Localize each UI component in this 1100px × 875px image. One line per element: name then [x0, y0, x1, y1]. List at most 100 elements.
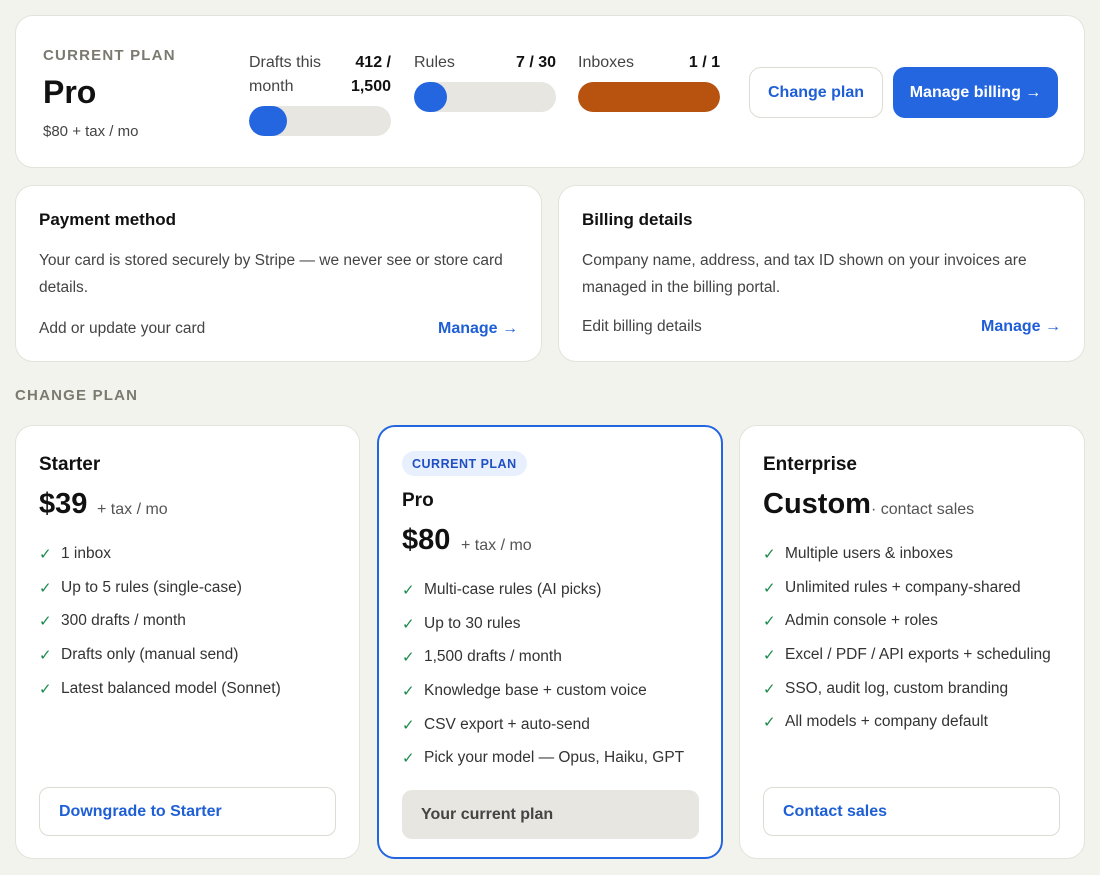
- check-icon: ✓: [402, 649, 415, 667]
- feature-item: ✓ SSO, audit log, custom branding: [763, 680, 1051, 714]
- billing-manage-link[interactable]: Manage →: [981, 318, 1061, 336]
- tier-name: Enterprise: [763, 454, 857, 475]
- check-icon: ✓: [763, 546, 776, 563]
- feature-text: 1,500 drafts / month: [424, 648, 562, 666]
- contact-sales-button[interactable]: Contact sales: [763, 787, 1060, 836]
- current-plan-price: $80 + tax / mo: [43, 123, 139, 140]
- feature-list: ✓ 1 inbox ✓ Up to 5 rules (single-case) ✓ 300…: [39, 545, 281, 713]
- feature-text: Excel / PDF / API exports + scheduling: [785, 646, 1051, 664]
- check-icon: ✓: [763, 680, 776, 698]
- usage-rules: Rules 7 / 30: [414, 51, 556, 112]
- check-icon: ✓: [763, 613, 776, 631]
- check-icon: ✓: [39, 579, 52, 597]
- usage-inboxes-fill: [578, 82, 720, 112]
- plan-tier-enterprise: Enterprise Custom · contact sales ✓ Multi…: [739, 425, 1085, 859]
- feature-item: ✓ 1,500 drafts / month: [402, 648, 684, 682]
- downgrade-to-starter-button[interactable]: Downgrade to Starter: [39, 787, 336, 836]
- check-icon: ✓: [402, 582, 415, 599]
- feature-text: 1 inbox: [61, 545, 111, 562]
- usage-inboxes-label: Inboxes: [578, 54, 635, 71]
- feature-text: Multi-case rules (AI picks): [424, 581, 602, 598]
- feature-text: Up to 5 rules (single-case): [61, 578, 242, 596]
- tier-price-suffix: + tax / mo: [461, 537, 532, 554]
- feature-item: ✓ Multiple users & inboxes: [763, 545, 1051, 579]
- usage-inboxes-value: 1 / 1: [688, 54, 720, 71]
- feature-item: ✓ Up to 30 rules: [402, 615, 684, 649]
- tier-name: Starter: [39, 454, 101, 475]
- feature-text: Latest balanced model (Sonnet): [61, 679, 281, 697]
- check-icon: ✓: [402, 716, 415, 734]
- usage-drafts-value: 412 / 1,500: [350, 54, 391, 95]
- tier-price: $39: [39, 488, 88, 520]
- feature-text: 300 drafts / month: [61, 612, 186, 630]
- usage-rules-bar: [414, 82, 556, 112]
- feature-item: ✓ Drafts only (manual send): [39, 646, 281, 680]
- manage-billing-button[interactable]: Manage billing →: [893, 67, 1058, 118]
- current-plan-card: CURRENT PLAN Pro $80 + tax / mo Drafts t…: [15, 15, 1085, 168]
- feature-item: ✓ Unlimited rules + company-shared: [763, 579, 1051, 613]
- plan-tier-starter: Starter $39 + tax / mo ✓ 1 inbox ✓ Up to 5 …: [15, 425, 360, 859]
- feature-text: SSO, audit log, custom branding: [785, 679, 1009, 697]
- check-icon: ✓: [402, 750, 415, 768]
- usage-drafts: Drafts this month 412 / 1,500: [249, 51, 391, 151]
- billing-details-description: Company name, address, and tax ID shown …: [582, 252, 1027, 296]
- feature-text: Pick your model — Opus, Haiku, GPT: [424, 749, 685, 767]
- tier-name: Pro: [402, 490, 434, 511]
- tier-price: Custom: [763, 488, 871, 520]
- check-icon: ✓: [39, 680, 52, 698]
- usage-rules-value: 7 / 30: [515, 54, 556, 71]
- feature-text: Up to 30 rules: [424, 614, 521, 632]
- feature-item: ✓ Up to 5 rules (single-case): [39, 579, 281, 613]
- feature-list: ✓ Multi-case rules (AI picks) ✓ Up to 30 ru…: [402, 581, 684, 783]
- feature-item: ✓ Pick your model — Opus, Haiku, GPT: [402, 749, 684, 783]
- feature-item: ✓ CSV export + auto-send: [402, 716, 684, 750]
- usage-rules-fill: [414, 82, 448, 112]
- billing-details-row-label: Edit billing details: [582, 318, 702, 335]
- feature-item: ✓ 300 drafts / month: [39, 612, 281, 646]
- current-plan-name: Pro: [43, 74, 97, 110]
- tier-price-suffix: · contact sales: [871, 501, 975, 518]
- feature-text: Knowledge base + custom voice: [424, 682, 647, 700]
- usage-drafts-bar: [249, 106, 391, 136]
- feature-item: ✓ Latest balanced model (Sonnet): [39, 680, 281, 714]
- feature-item: ✓ Knowledge base + custom voice: [402, 682, 684, 716]
- feature-text: Multiple users & inboxes: [785, 545, 953, 562]
- check-icon: ✓: [763, 647, 776, 665]
- feature-item: ✓ 1 inbox: [39, 545, 281, 579]
- usage-inboxes: Inboxes 1 / 1: [578, 51, 720, 112]
- feature-item: ✓ Admin console + roles: [763, 612, 1051, 646]
- billing-details-card: Billing details Company name, address, a…: [558, 185, 1085, 362]
- current-plan-eyebrow: CURRENT PLAN: [43, 47, 176, 64]
- feature-text: Unlimited rules + company-shared: [785, 578, 1021, 596]
- check-icon: ✓: [39, 546, 52, 563]
- feature-text: CSV export + auto-send: [424, 715, 590, 733]
- check-icon: ✓: [763, 579, 776, 597]
- payment-method-row-label: Add or update your card: [39, 320, 206, 337]
- feature-text: All models + company default: [785, 713, 988, 731]
- change-plan-heading: CHANGE PLAN: [15, 387, 139, 404]
- feature-item: ✓ Excel / PDF / API exports + scheduling: [763, 646, 1051, 680]
- check-icon: ✓: [763, 714, 776, 732]
- usage-drafts-fill: [249, 106, 288, 136]
- check-icon: ✓: [39, 647, 52, 665]
- billing-details-title: Billing details: [582, 210, 693, 229]
- check-icon: ✓: [39, 613, 52, 631]
- feature-item: ✓ All models + company default: [763, 713, 1051, 747]
- change-plan-button[interactable]: Change plan: [749, 67, 883, 118]
- usage-inboxes-bar: [578, 82, 720, 112]
- plan-tier-pro: CURRENT PLAN Pro $80 + tax / mo ✓ Multi-c…: [377, 425, 723, 859]
- tier-price: $80: [402, 524, 451, 556]
- your-current-plan-button: Your current plan: [402, 790, 699, 839]
- payment-method-description: Your card is stored securely by Stripe —…: [39, 252, 503, 296]
- check-icon: ✓: [402, 683, 415, 701]
- usage-drafts-label: Drafts this month: [249, 54, 322, 95]
- payment-manage-link[interactable]: Manage →: [438, 320, 518, 338]
- feature-text: Drafts only (manual send): [61, 646, 239, 664]
- check-icon: ✓: [402, 615, 415, 633]
- payment-method-title: Payment method: [39, 210, 176, 229]
- usage-rules-label: Rules: [414, 54, 455, 71]
- feature-text: Admin console + roles: [785, 612, 938, 630]
- feature-item: ✓ Multi-case rules (AI picks): [402, 581, 684, 615]
- feature-list: ✓ Multiple users & inboxes ✓ Unlimited rule…: [763, 545, 1051, 747]
- tier-price-suffix: + tax / mo: [97, 501, 168, 518]
